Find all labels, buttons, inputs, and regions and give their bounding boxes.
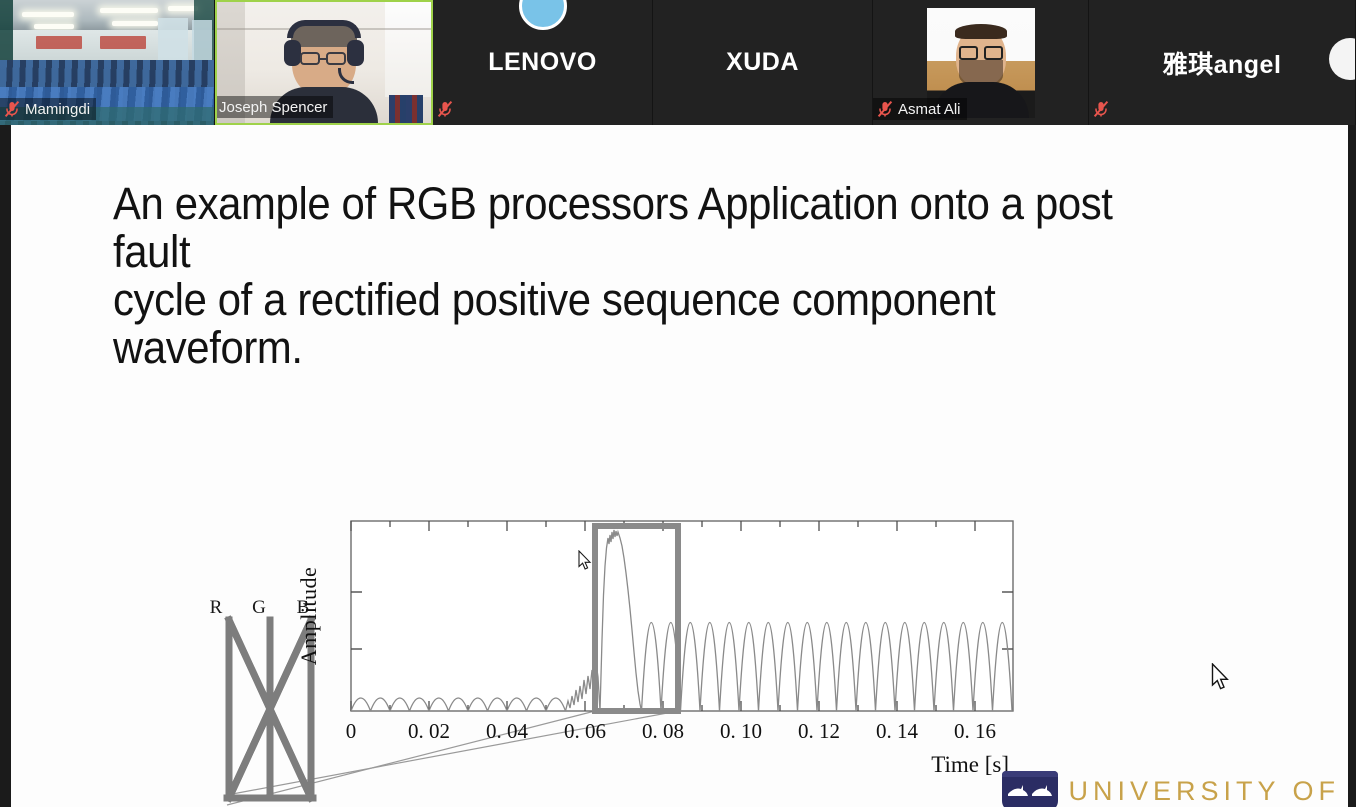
svg-text:0. 14: 0. 14 xyxy=(876,719,919,743)
slide-title-line-2: cycle of a rectified positive sequence c… xyxy=(113,274,996,374)
svg-text:0. 08: 0. 08 xyxy=(642,719,684,743)
svg-text:R: R xyxy=(210,597,223,618)
participant-tile-asmat-ali[interactable]: Asmat Ali xyxy=(873,0,1089,125)
university-name: UNIVERSITY OF xyxy=(1068,775,1340,806)
participant-tile-mamingdi[interactable]: Mamingdi xyxy=(0,0,215,125)
participant-name: 雅琪angel xyxy=(1162,50,1282,79)
participant-namebar: Joseph Spencer xyxy=(217,96,334,118)
svg-text:0: 0 xyxy=(346,719,357,743)
figure-rgb-processor-waveform: R G B Amplitude 0 0. 02 0. 04 0. 06 0. 0… xyxy=(191,380,1051,807)
participant-filmstrip: Mamingdi Joseph Spencer LENOVO XUDA Asma… xyxy=(0,0,1356,125)
svg-text:0. 04: 0. 04 xyxy=(486,719,529,743)
x-axis-label: Time [s] xyxy=(931,752,1009,777)
y-axis-label: Amplitude xyxy=(296,567,321,666)
svg-text:0. 16: 0. 16 xyxy=(954,719,996,743)
shared-slide: An example of RGB processors Application… xyxy=(11,125,1348,807)
participant-namebar: Asmat Ali xyxy=(873,98,967,120)
svg-text:0. 06: 0. 06 xyxy=(564,719,606,743)
figure-canvas: R G B Amplitude 0 0. 02 0. 04 0. 06 0. 0… xyxy=(210,520,1014,806)
microphone-muted-icon xyxy=(1091,99,1111,119)
participant-name: XUDA xyxy=(726,48,799,76)
university-crest-icon xyxy=(1002,771,1059,807)
x-axis-tick-labels: 0 0. 02 0. 04 0. 06 0. 08 0. 10 0. 12 0.… xyxy=(346,719,996,743)
rgb-processor-labels: R G B xyxy=(210,597,310,618)
participant-namebar: Mamingdi xyxy=(0,98,97,120)
participant-namebar xyxy=(433,98,464,120)
participant-tile-xuda[interactable]: XUDA xyxy=(653,0,873,125)
participant-name: Joseph Spencer xyxy=(219,98,328,116)
svg-text:0. 10: 0. 10 xyxy=(720,719,762,743)
microphone-muted-icon xyxy=(2,99,22,119)
page-title: An example of RGB processors Application… xyxy=(113,178,1127,374)
microphone-muted-icon xyxy=(435,99,455,119)
zoom-meeting-screen-share: Mamingdi Joseph Spencer LENOVO XUDA Asma… xyxy=(0,0,1356,807)
university-logo: UNIVERSITY OF xyxy=(1002,771,1340,807)
participant-tile-angel[interactable]: 雅琪angel xyxy=(1089,0,1356,125)
participant-namebar xyxy=(1089,98,1120,120)
microphone-muted-icon xyxy=(875,99,895,119)
participant-name: Asmat Ali xyxy=(898,100,961,118)
participant-name: Mamingdi xyxy=(25,100,91,118)
svg-text:0. 02: 0. 02 xyxy=(408,719,450,743)
slide-title-line-1: An example of RGB processors Application… xyxy=(113,178,1113,278)
waveform-plot: Amplitude 0 0. 02 0. 04 0. 06 0. 08 0. 1… xyxy=(296,520,1014,777)
participant-tile-lenovo[interactable]: LENOVO xyxy=(433,0,653,125)
svg-text:G: G xyxy=(252,597,266,618)
svg-text:0. 12: 0. 12 xyxy=(798,719,840,743)
participant-tile-joseph-spencer[interactable]: Joseph Spencer xyxy=(215,0,433,125)
